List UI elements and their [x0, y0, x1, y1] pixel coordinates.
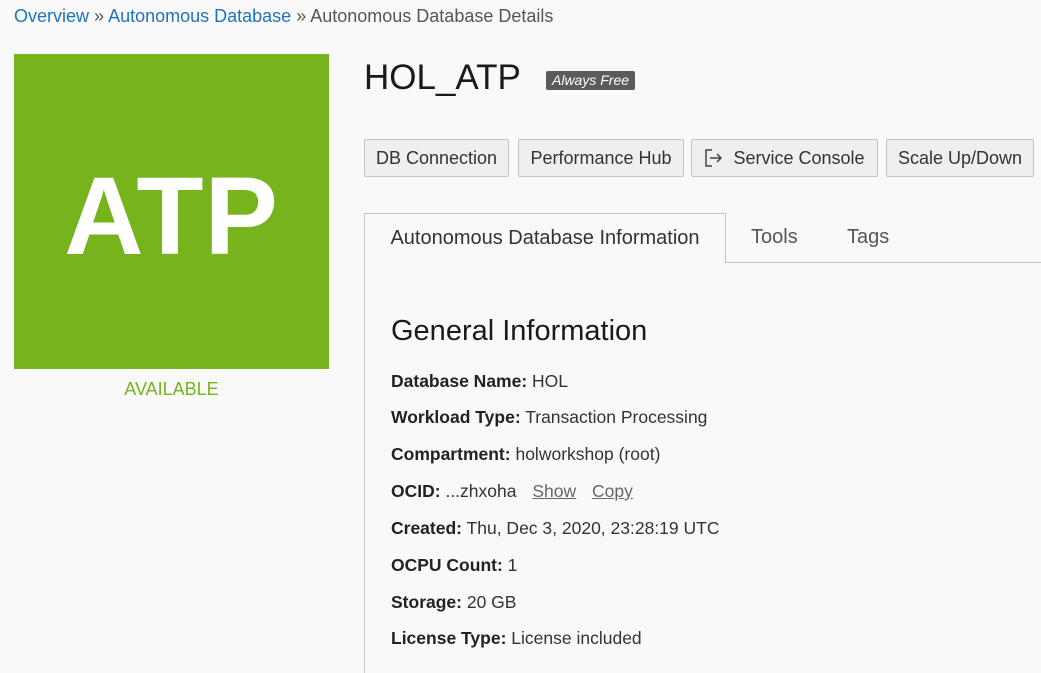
breadcrumb-separator: »: [94, 6, 105, 26]
db-connection-button[interactable]: DB Connection: [364, 139, 509, 177]
field-label: Database Name:: [391, 371, 528, 391]
tab-tags[interactable]: Tags: [847, 226, 889, 249]
scale-up-down-label: Scale Up/Down: [897, 147, 1023, 168]
field-storage: Storage: 20 GB: [391, 592, 516, 613]
db-connection-label: DB Connection: [375, 147, 498, 168]
lifecycle-state: AVAILABLE: [124, 379, 219, 399]
breadcrumb-current: Autonomous Database Details: [310, 6, 554, 26]
external-open-icon: [704, 148, 733, 168]
field-license-type: License Type: License included: [391, 628, 642, 649]
field-label: Workload Type:: [391, 407, 521, 427]
field-label: Created:: [391, 518, 462, 538]
field-label: License Type:: [391, 628, 507, 648]
field-compartment: Compartment: holworkshop (root): [391, 444, 660, 465]
breadcrumb-overview-link[interactable]: Overview: [14, 6, 89, 26]
field-value: Transaction Processing: [525, 407, 708, 427]
field-value: HOL: [532, 371, 569, 391]
breadcrumb-separator: »: [296, 6, 307, 26]
field-created: Created: Thu, Dec 3, 2020, 23:28:19 UTC: [391, 518, 719, 539]
field-value: License included: [511, 628, 642, 648]
field-label: Compartment:: [391, 444, 511, 464]
field-value: holworkshop (root): [515, 444, 661, 464]
page-title: HOL_ATP: [364, 58, 521, 97]
field-label: Storage:: [391, 592, 462, 612]
field-label: OCPU Count:: [391, 555, 503, 575]
breadcrumb-autonomous-database-link[interactable]: Autonomous Database: [108, 6, 291, 26]
breadcrumb: Overview » Autonomous Database » Autonom…: [14, 6, 553, 27]
field-value: 20 GB: [466, 592, 517, 612]
always-free-badge: Always Free: [546, 71, 636, 90]
field-workload-type: Workload Type: Transaction Processing: [391, 407, 707, 428]
scale-up-down-button[interactable]: Scale Up/Down: [886, 139, 1034, 177]
general-information-heading: General Information: [391, 315, 648, 347]
performance-hub-label: Performance Hub: [530, 147, 672, 168]
field-value: Thu, Dec 3, 2020, 23:28:19 UTC: [466, 518, 720, 538]
field-ocid: OCID: ...zhxoha Show Copy: [391, 481, 633, 502]
service-console-label: Service Console: [733, 147, 865, 168]
tab-divider: [725, 262, 1041, 263]
tab-autonomous-database-information[interactable]: Autonomous Database Information: [364, 213, 726, 263]
field-value: 1: [507, 555, 518, 575]
field-value: ...zhxoha: [445, 481, 517, 501]
field-ocpu-count: OCPU Count: 1: [391, 555, 517, 576]
logo-text: ATP: [64, 154, 279, 278]
field-label: OCID:: [391, 481, 441, 501]
ocid-show-link[interactable]: Show: [532, 481, 576, 501]
atp-logo: ATP: [14, 54, 329, 369]
tab-label: Autonomous Database Information: [390, 227, 700, 249]
performance-hub-button[interactable]: Performance Hub: [518, 139, 684, 177]
ocid-copy-link[interactable]: Copy: [592, 481, 633, 501]
service-console-button[interactable]: Service Console: [691, 139, 878, 177]
tab-tools[interactable]: Tools: [751, 226, 798, 249]
field-database-name: Database Name: HOL: [391, 371, 568, 392]
